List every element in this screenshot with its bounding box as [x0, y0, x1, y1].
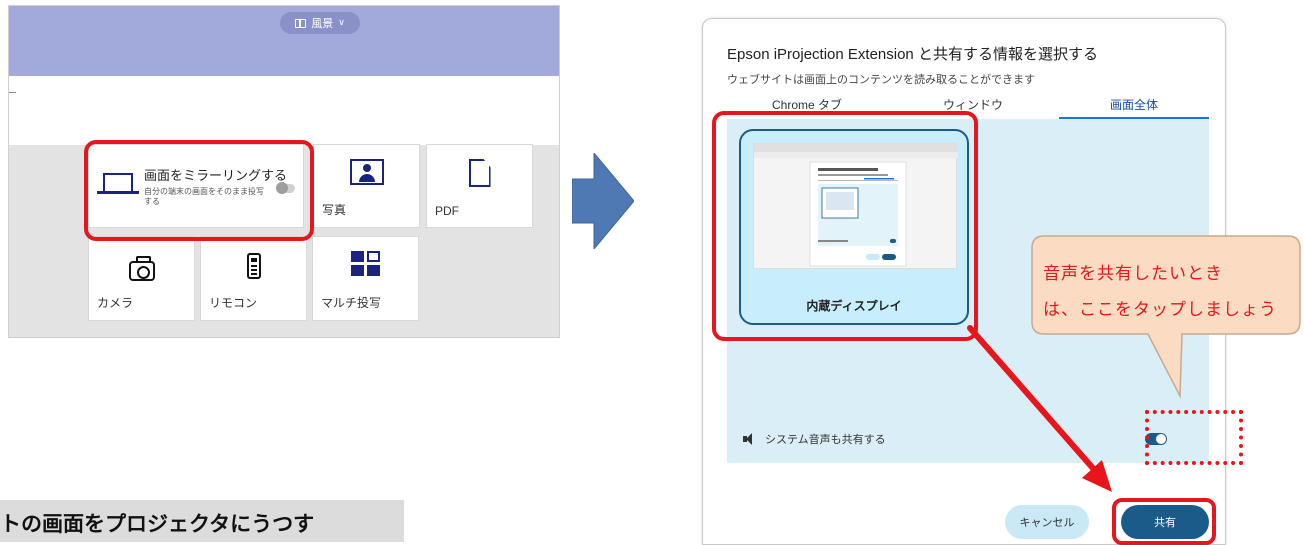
chevron-down-icon: ∨: [338, 18, 345, 28]
dialog-title: Epson iProjection Extension と共有する情報を選択する: [727, 46, 1098, 63]
audio-toggle-highlight: [1145, 410, 1243, 465]
callout-line-1: 音声を共有したいとき: [1043, 264, 1223, 283]
speaker-icon: [743, 433, 757, 445]
callout-line-2: は、ここをタップしましょう: [1043, 299, 1277, 319]
photo-tile-label: 写真: [322, 203, 347, 217]
step-arrow-icon: [572, 153, 634, 249]
remote-control-icon: [246, 253, 261, 279]
app-header: [9, 42, 559, 76]
screen-card-highlight: [712, 111, 978, 341]
multi-projection-tile[interactable]: マルチ投写: [312, 236, 419, 321]
mirror-tile-highlight: [84, 140, 314, 241]
layout-icon: [295, 18, 307, 28]
callout-text: 音声を共有したいとき は、ここをタップしましょう: [1043, 256, 1299, 327]
multi-tile-label: マルチ投写: [321, 296, 382, 310]
view-toggle-label: 風景: [311, 17, 334, 30]
pdf-tile[interactable]: PDF: [426, 144, 533, 228]
system-audio-label: システム音声も共有する: [765, 434, 886, 446]
photo-icon: [349, 159, 384, 185]
camera-tile[interactable]: カメラ: [88, 236, 195, 321]
pdf-tile-label: PDF: [435, 204, 459, 218]
section-caption: トの画面をプロジェクタにうつす: [0, 500, 404, 542]
share-button-highlight: [1112, 498, 1216, 545]
view-toggle[interactable]: 風景 ∨: [280, 12, 360, 34]
remote-tile-label: リモコン: [209, 296, 258, 310]
photo-tile[interactable]: 写真: [313, 144, 420, 228]
multi-screen-icon: [350, 251, 381, 277]
camera-icon: [128, 256, 155, 281]
cancel-button[interactable]: キャンセル: [1005, 505, 1089, 539]
camera-tile-label: カメラ: [97, 296, 134, 310]
document-icon: [468, 159, 491, 187]
remote-tile[interactable]: リモコン: [200, 236, 307, 321]
system-audio-row: システム音声も共有する: [743, 431, 886, 447]
dialog-subtitle: ウェブサイトは画面上のコンテンツを読み取ることができます: [727, 74, 1035, 86]
divider: [9, 92, 16, 93]
